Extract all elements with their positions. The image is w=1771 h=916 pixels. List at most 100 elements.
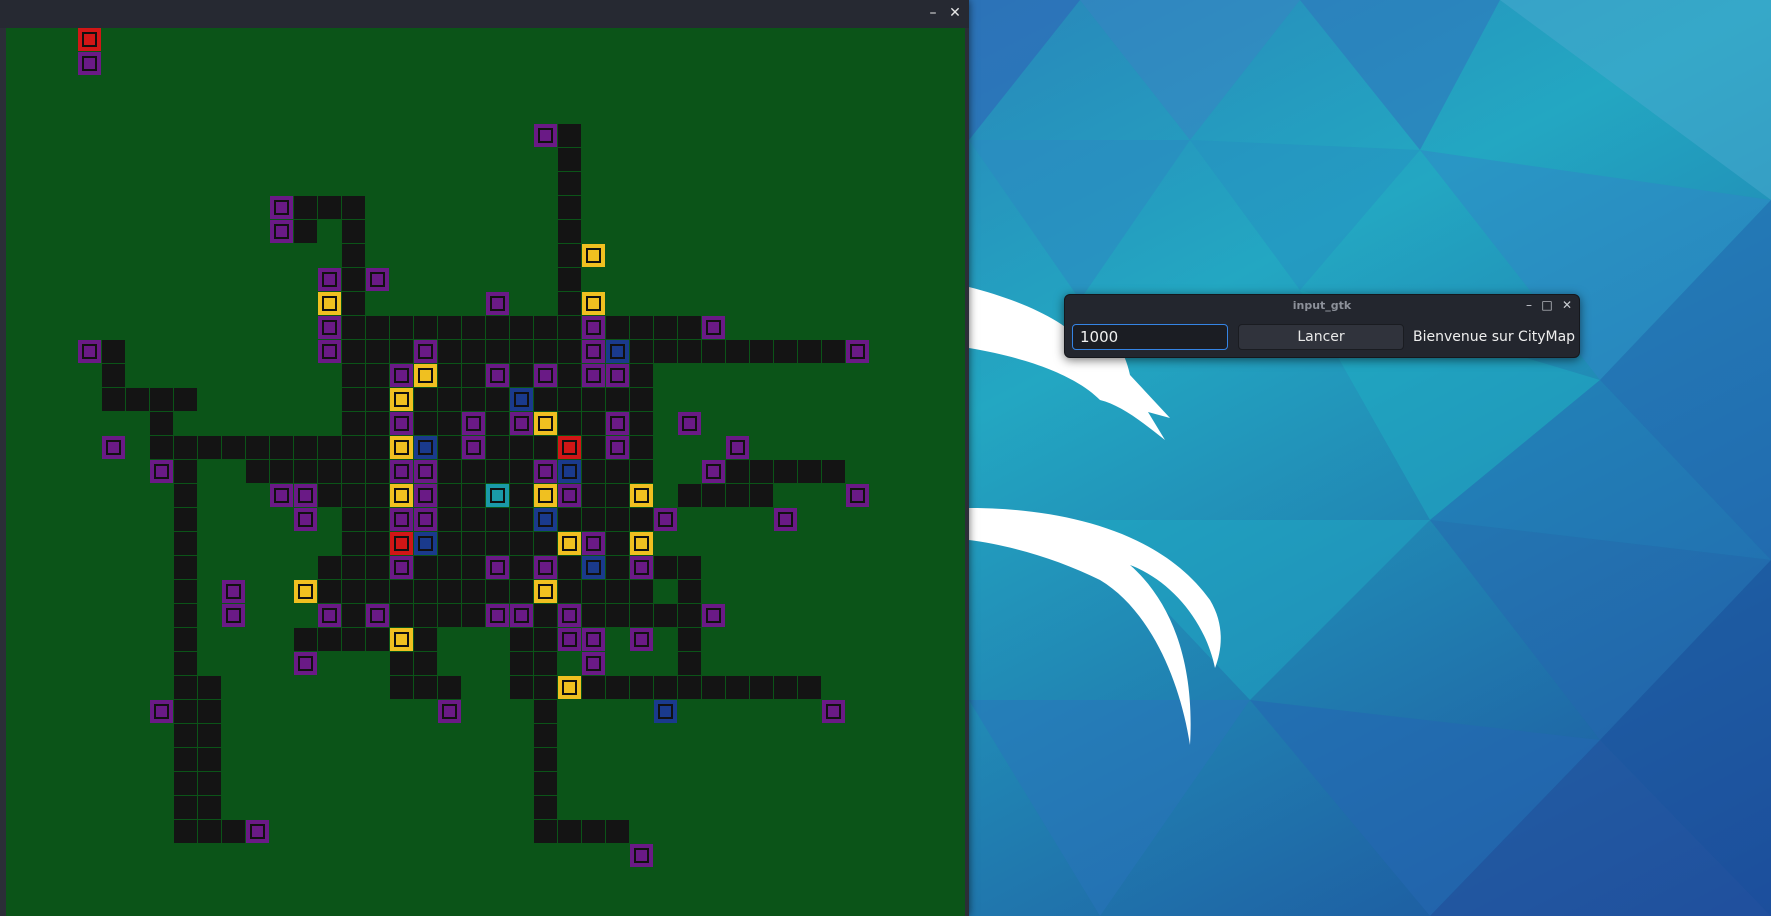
map-tile-residential — [102, 436, 125, 459]
maximize-icon[interactable]: □ — [1539, 297, 1555, 313]
map-tile-road — [342, 484, 365, 507]
map-tile-road — [438, 412, 461, 435]
map-tile-road — [702, 676, 725, 699]
map-tile-road — [462, 460, 485, 483]
map-tile-road — [510, 556, 533, 579]
map-tile-residential — [318, 316, 341, 339]
map-tile-road — [630, 436, 653, 459]
map-tile-road — [342, 268, 365, 291]
map-tile-road — [582, 388, 605, 411]
map-tile-road — [366, 556, 389, 579]
map-tile-road — [510, 364, 533, 387]
map-tile-residential — [486, 292, 509, 315]
map-tile-road — [222, 436, 245, 459]
map-tile-road — [510, 436, 533, 459]
map-tile-commercial — [318, 292, 341, 315]
close-icon[interactable]: ✕ — [946, 4, 964, 22]
map-tile-road — [390, 580, 413, 603]
map-tile-road — [630, 580, 653, 603]
map-window-titlebar[interactable]: – ✕ — [0, 0, 969, 28]
map-tile-road — [462, 580, 485, 603]
map-tile-road — [174, 724, 197, 747]
map-tile-road — [198, 796, 221, 819]
map-tile-road — [558, 124, 581, 147]
map-tile-road — [558, 292, 581, 315]
map-tile-road — [174, 508, 197, 531]
map-tile-road — [534, 628, 557, 651]
map-tile-road — [678, 580, 701, 603]
map-tile-residential — [510, 604, 533, 627]
map-tile-residential — [390, 460, 413, 483]
launch-button[interactable]: Lancer — [1238, 324, 1404, 350]
map-tile-road — [294, 460, 317, 483]
map-tile-road — [558, 580, 581, 603]
map-tile-road — [174, 532, 197, 555]
map-tile-road — [534, 796, 557, 819]
map-tile-road — [582, 460, 605, 483]
map-tile-road — [342, 508, 365, 531]
map-tile-commercial — [294, 580, 317, 603]
map-tile-residential — [582, 532, 605, 555]
map-tile-residential — [438, 700, 461, 723]
map-tile-road — [678, 484, 701, 507]
map-tile-road — [414, 412, 437, 435]
map-tile-residential — [606, 412, 629, 435]
map-tile-road — [414, 676, 437, 699]
map-tile-road — [198, 748, 221, 771]
map-tile-road — [510, 580, 533, 603]
map-tile-residential — [318, 340, 341, 363]
map-tile-road — [462, 484, 485, 507]
map-tile-commercial — [390, 484, 413, 507]
map-tile-road — [174, 700, 197, 723]
input-window-titlebar[interactable]: input_gtk – □ ✕ — [1065, 295, 1579, 317]
map-tile-road — [582, 604, 605, 627]
map-tile-commercial — [582, 244, 605, 267]
map-tile-road — [414, 316, 437, 339]
map-tile-road — [582, 580, 605, 603]
map-tile-residential — [486, 556, 509, 579]
city-map-canvas[interactable] — [6, 28, 965, 916]
map-tile-residential — [414, 508, 437, 531]
map-tile-road — [558, 508, 581, 531]
map-tile-residential — [414, 340, 437, 363]
map-tile-road — [678, 628, 701, 651]
window-title: input_gtk — [1292, 299, 1352, 312]
map-tile-road — [558, 172, 581, 195]
map-tile-road — [558, 556, 581, 579]
map-tile-road — [414, 652, 437, 675]
count-input[interactable] — [1072, 324, 1228, 350]
map-tile-road — [606, 316, 629, 339]
map-tile-road — [630, 604, 653, 627]
map-tile-road — [462, 556, 485, 579]
map-tile-road — [342, 604, 365, 627]
map-tile-road — [174, 820, 197, 843]
close-icon[interactable]: ✕ — [1559, 297, 1575, 313]
map-tile-road — [510, 652, 533, 675]
map-tile-road — [630, 316, 653, 339]
map-tile-road — [606, 556, 629, 579]
map-tile-road — [342, 412, 365, 435]
map-tile-road — [438, 316, 461, 339]
map-tile-road — [174, 796, 197, 819]
map-tile-residential — [414, 460, 437, 483]
minimize-icon[interactable]: – — [1521, 297, 1537, 313]
map-tile-residential — [702, 460, 725, 483]
map-tile-road — [366, 460, 389, 483]
map-tile-road — [606, 820, 629, 843]
map-tile-road — [534, 820, 557, 843]
map-tile-road — [174, 460, 197, 483]
map-tile-road — [390, 652, 413, 675]
map-tile-commercial — [534, 484, 557, 507]
map-tile-industrial — [606, 340, 629, 363]
map-tile-commercial — [630, 484, 653, 507]
map-tile-road — [294, 220, 317, 243]
map-tile-residential — [462, 412, 485, 435]
map-tile-road — [150, 412, 173, 435]
map-tile-road — [198, 436, 221, 459]
map-tile-road — [798, 340, 821, 363]
map-tile-residential — [150, 700, 173, 723]
minimize-icon[interactable]: – — [924, 4, 942, 22]
map-tile-road — [582, 436, 605, 459]
map-tile-road — [174, 388, 197, 411]
map-tile-road — [582, 484, 605, 507]
